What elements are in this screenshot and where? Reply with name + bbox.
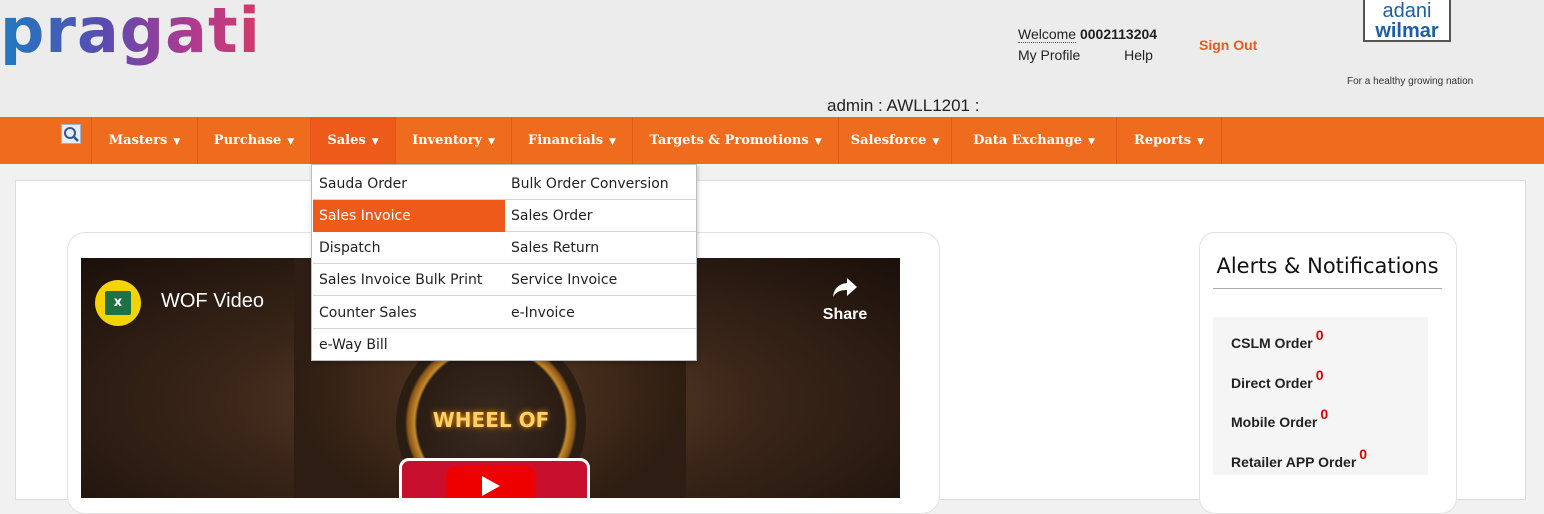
alert-count: 0 [1359, 446, 1368, 462]
thumbnail-text: WHEEL OF [432, 408, 550, 432]
alerts-list: CSLM Order 0 Direct Order 0 Mobile Order 0 … [1213, 317, 1428, 475]
nav-masters[interactable]: Masters ▼ [92, 117, 197, 164]
excel-x-glyph: x [105, 291, 131, 315]
pragati-logo[interactable]: pragati [0, 0, 261, 67]
nav-inventory[interactable]: Inventory ▼ [396, 117, 511, 164]
menu-item-e-invoice[interactable]: e-Invoice [505, 297, 696, 329]
menu-item-sales-invoice-bulk-print[interactable]: Sales Invoice Bulk Print [313, 264, 505, 296]
menu-item-sales-order[interactable]: Sales Order [505, 200, 696, 232]
welcome-text: Welcome 0002113204 [1018, 26, 1158, 43]
nav-purchase-label: Purchase [213, 133, 282, 148]
alert-label: Direct Order [1231, 375, 1313, 391]
brand-tagline: For a healthy growing nation [1347, 76, 1474, 87]
nav-financials[interactable]: Financials ▼ [512, 117, 632, 164]
alerts-title: Alerts & Notifications [1213, 254, 1442, 289]
header: pragati Welcome 0002113204 My Profile He… [0, 0, 1544, 117]
search-icon[interactable] [61, 124, 81, 144]
play-button[interactable] [446, 466, 536, 498]
admin-info: admin : AWLL1201 : [827, 96, 980, 115]
chevron-down-icon: ▼ [173, 137, 181, 147]
chevron-down-icon: ▼ [487, 137, 495, 147]
share-label: Share [822, 306, 868, 323]
menu-item-sales-invoice[interactable]: Sales Invoice [313, 200, 505, 232]
alert-label: Retailer APP Order [1231, 454, 1357, 470]
nav-reports[interactable]: Reports ▼ [1117, 117, 1221, 164]
header-links: My Profile Help [1018, 47, 1193, 63]
menu-item-sales-return[interactable]: Sales Return [505, 232, 696, 264]
menu-item-bulk-order-conversion[interactable]: Bulk Order Conversion [505, 168, 696, 200]
menu-item-e-way-bill[interactable]: e-Way Bill [313, 329, 505, 361]
welcome-label: Welcome [1018, 26, 1077, 43]
nav-salesforce[interactable]: Salesforce ▼ [839, 117, 951, 164]
sales-dropdown-menu: Sauda Order Sales Invoice Dispatch Sales… [311, 164, 697, 361]
menu-item-sauda-order[interactable]: Sauda Order [313, 168, 505, 200]
excel-icon[interactable]: x [95, 280, 141, 326]
menu-item-service-invoice[interactable]: Service Invoice [505, 264, 696, 296]
alert-label: Mobile Order [1231, 414, 1318, 430]
chevron-down-icon: ▼ [814, 137, 822, 147]
help-link[interactable]: Help [1124, 47, 1153, 63]
play-icon [482, 476, 500, 496]
nav-inventory-label: Inventory [412, 133, 482, 148]
brand-line2: wilmar [1375, 20, 1439, 42]
nav-sales-label: Sales [327, 133, 366, 148]
menu-item-dispatch[interactable]: Dispatch [313, 232, 505, 264]
chevron-down-icon: ▼ [371, 137, 379, 147]
nav-targets-label: Targets & Promotions [649, 133, 809, 148]
user-id: 0002113204 [1079, 26, 1158, 42]
nav-divider [1221, 117, 1222, 164]
chevron-down-icon: ▼ [1088, 137, 1095, 147]
share-icon [833, 278, 857, 297]
share-button[interactable]: Share [814, 276, 876, 324]
nav-purchase[interactable]: Purchase ▼ [198, 117, 310, 164]
chevron-down-icon: ▼ [1197, 137, 1204, 147]
nav-sales[interactable]: Sales ▼ [311, 117, 395, 164]
menu-item-counter-sales[interactable]: Counter Sales [313, 297, 505, 329]
nav-masters-label: Masters [108, 133, 168, 148]
nav-salesforce-label: Salesforce [850, 133, 927, 148]
sign-out-link[interactable]: Sign Out [1199, 37, 1257, 53]
chevron-down-icon: ▼ [609, 137, 616, 147]
chevron-down-icon: ▼ [287, 137, 295, 147]
brand-line1: adani [1382, 0, 1432, 22]
nav-targets-promotions[interactable]: Targets & Promotions ▼ [633, 117, 838, 164]
alert-mobile-order[interactable]: Mobile Order 0 [1231, 406, 1328, 430]
alert-cslm-order[interactable]: CSLM Order 0 [1231, 327, 1323, 351]
alert-retailer-app-order[interactable]: Retailer APP Order 0 [1231, 446, 1367, 470]
alert-direct-order[interactable]: Direct Order 0 [1231, 367, 1324, 391]
alert-count: 0 [1315, 327, 1324, 343]
nav-data-exchange-label: Data Exchange [973, 133, 1082, 148]
adani-wilmar-logo: adani wilmar [1363, 0, 1451, 42]
alert-count: 0 [1320, 406, 1329, 422]
nav-reports-label: Reports [1134, 133, 1192, 148]
chevron-down-icon: ▼ [932, 137, 940, 147]
nav-data-exchange[interactable]: Data Exchange ▼ [952, 117, 1116, 164]
alert-count: 0 [1315, 367, 1324, 383]
video-title[interactable]: WOF Video [161, 290, 264, 313]
my-profile-link[interactable]: My Profile [1018, 47, 1080, 63]
alert-label: CSLM Order [1231, 335, 1313, 351]
main-nav: Masters ▼ Purchase ▼ Sales ▼ Inventory ▼ Fin… [0, 117, 1544, 164]
nav-financials-label: Financials [528, 133, 604, 148]
